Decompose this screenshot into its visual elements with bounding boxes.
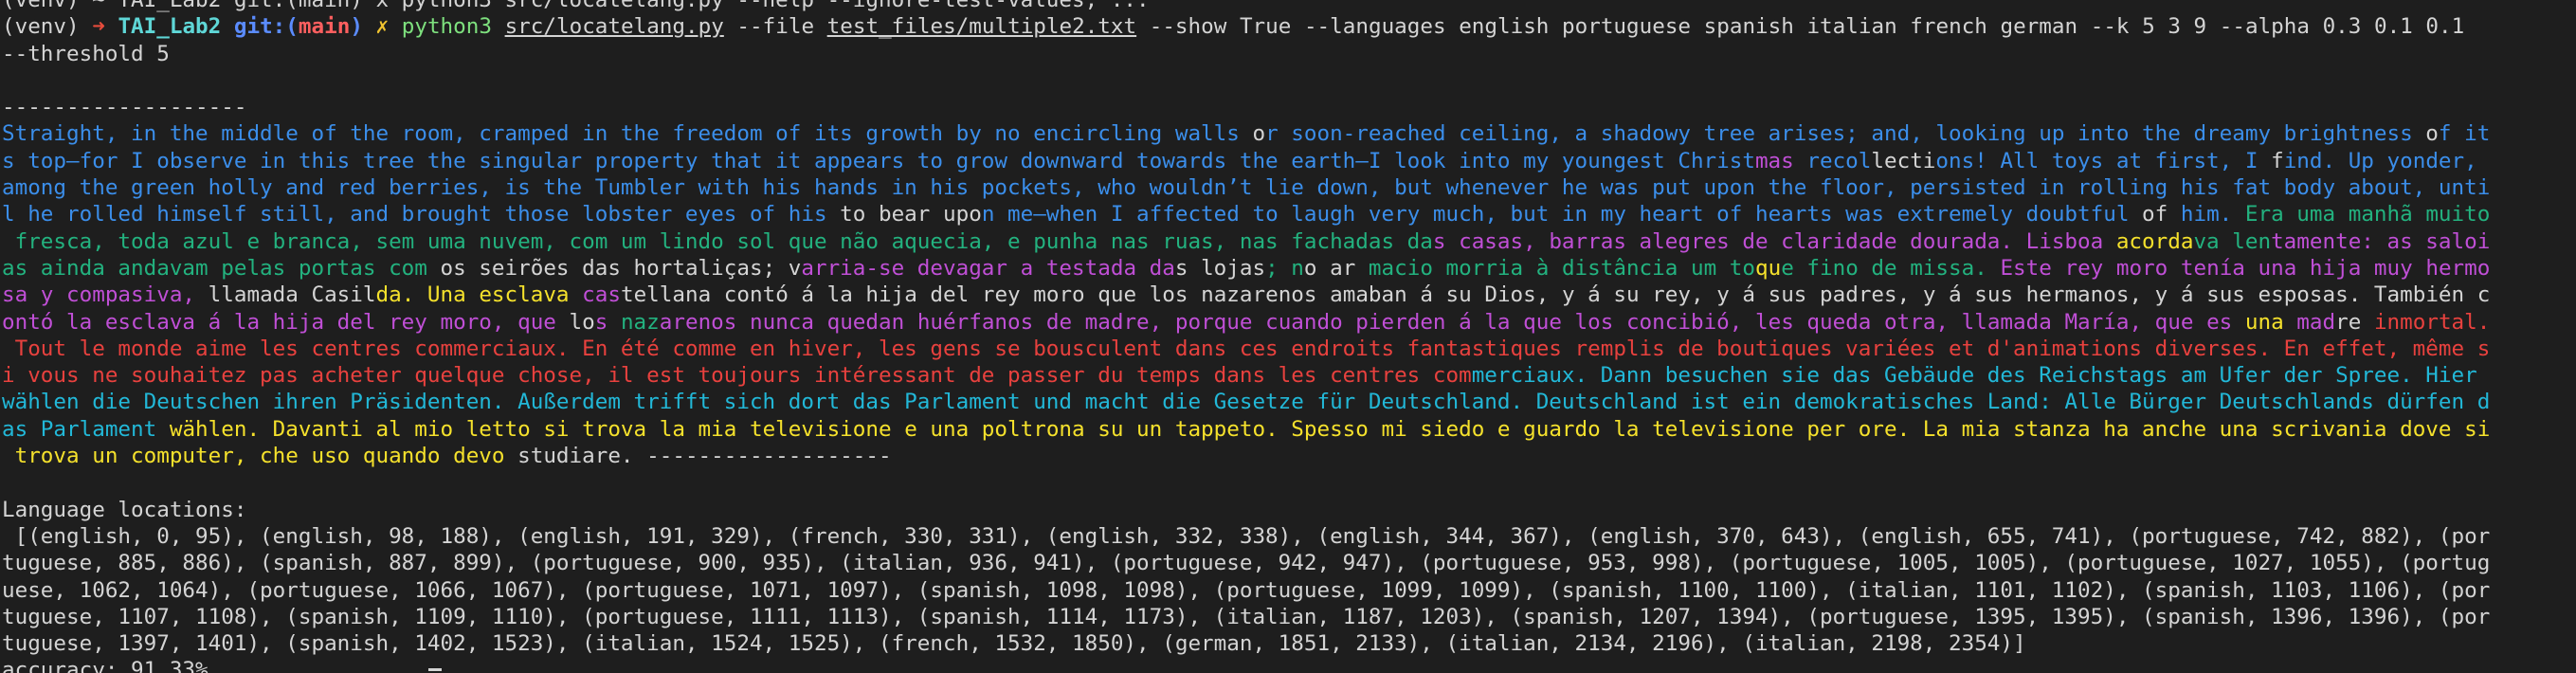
italian-segment: acorda xyxy=(2115,228,2194,254)
portuguese-segment: Era uma manhã muito xyxy=(2244,202,2491,227)
separator-line: ------------------- xyxy=(2,95,247,120)
git-branch: main xyxy=(298,14,351,40)
plain-segment: to bear upo xyxy=(840,202,982,227)
english-segment: Straight, in the middle of the room, cra… xyxy=(2,121,1253,147)
git-label-close: ) xyxy=(350,14,363,40)
colored-text-line: s top—for I observe in this tree the sin… xyxy=(2,148,2576,174)
locations-line: uese, 1062, 1064), (portuguese, 1066, 10… xyxy=(2,577,2491,603)
italian-segment: trova un computer, che uso quando devo xyxy=(2,444,518,469)
locations-line: tuguese, 885, 886), (spanish, 887, 899),… xyxy=(2,551,2491,576)
venv-label: (venv) xyxy=(2,14,93,40)
command-file-flag: --file xyxy=(723,14,827,40)
accuracy-line: accuracy: 91.33% xyxy=(2,658,209,673)
plain-segment: o xyxy=(1252,121,1266,147)
spanish-segment: arria-se devagar a testada da xyxy=(801,255,1175,281)
english-segment: l he rolled himself still, and brought t… xyxy=(2,202,841,227)
english-segment: s top—for I observe in this tree the sin… xyxy=(2,148,1755,173)
command-continuation: --threshold 5 xyxy=(2,41,170,66)
english-segment: f it xyxy=(2438,121,2491,147)
git-dirty-icon: ✗ xyxy=(375,14,390,40)
italian-segment: qu xyxy=(1754,255,1782,281)
command-script-path[interactable]: src/locatelang.py xyxy=(505,14,724,39)
command-program: python3 xyxy=(401,14,505,40)
prompt-line: (venv) ➜ TAI_Lab2 git:(main) ✗ python3 s… xyxy=(2,13,2576,40)
italian-segment: una xyxy=(2244,309,2284,335)
current-directory: TAI_Lab2 xyxy=(118,14,222,40)
colored-text-line: l he rolled himself still, and brought t… xyxy=(2,201,2576,227)
plain-segment: of xyxy=(2142,202,2168,227)
french-segment: inmortal. xyxy=(2373,309,2491,335)
italian-segment: da. Una esclava xyxy=(375,282,583,308)
colored-text-line: Tout le monde aime les centres commercia… xyxy=(2,336,2576,362)
portuguese-segment: naz xyxy=(620,309,660,335)
colored-text-line: i vous ne souhaitez pas acheter quelque … xyxy=(2,362,2576,389)
command-args: --show True --languages english portugue… xyxy=(1136,14,2465,40)
plain-segment: f xyxy=(2271,148,2284,173)
plain-segment: tellana contó á la hija del rey moro que… xyxy=(620,282,2491,308)
spanish-segment: arenos nunca quedan huérfanos de madre, … xyxy=(659,309,2245,335)
colored-text-line: trova un computer, che uso quando devo s… xyxy=(2,443,2576,469)
german-segment: as Parlament xyxy=(2,416,170,442)
portuguese-segment: as ainda andavam pelas portas com xyxy=(2,255,441,281)
german-segment: wählen die Deutschen ihren Präsidenten. … xyxy=(2,390,2491,415)
english-segment: r soon-reached ceiling, a shadowy tree a… xyxy=(1265,121,2426,147)
spanish-segment: sa y compasiva, xyxy=(2,282,209,308)
locations-line: [(english, 0, 95), (english, 98, 188), (… xyxy=(2,523,2491,549)
language-colored-output: Straight, in the middle of the room, cra… xyxy=(2,120,2576,469)
german-segment: merciaux. Dann besuchen sie das Gebäude … xyxy=(1471,363,2477,389)
colored-text-line: among the green holly and red berries, i… xyxy=(2,174,2576,201)
spanish-segment: Este rey moro tenía una hija muy hermo xyxy=(2000,255,2491,281)
plain-segment: studiare. ------------------- xyxy=(517,444,892,469)
command-file-path[interactable]: test_files/multiple2.txt xyxy=(827,14,1136,39)
colored-text-line: Straight, in the middle of the room, cra… xyxy=(2,120,2576,147)
colored-text-line: sa y compasiva, llamada Casilda. Una esc… xyxy=(2,282,2576,308)
portuguese-segment: va len xyxy=(2193,228,2272,254)
spanish-segment: s casas, barras alegres de claridade dou… xyxy=(1432,228,2116,254)
plain-segment: s lojas xyxy=(1174,255,1266,281)
plain-segment: o xyxy=(2425,121,2439,147)
portuguese-segment: macio morria à distância um to xyxy=(1368,255,1755,281)
portuguese-segment: e fino de missa. xyxy=(1781,255,2001,281)
english-segment: recol xyxy=(1793,148,1872,173)
prompt-arrow-icon: ➜ xyxy=(92,14,105,40)
colored-text-line: as ainda andavam pelas portas com os sei… xyxy=(2,255,2576,282)
portuguese-segment: fresca, toda azul e branca, sem uma nuve… xyxy=(2,228,1433,254)
english-segment: n me—when I affected to laugh very much,… xyxy=(981,202,2143,227)
colored-text-line: as Parlament wählen. Davanti al mio lett… xyxy=(2,416,2576,443)
plain-segment: lo xyxy=(569,309,595,335)
plain-segment: lecti xyxy=(1871,148,1936,173)
terminal-window[interactable]: (venv) ~ TAI_Lab2 git:(main) x python3 s… xyxy=(0,0,2576,673)
colored-text-line: wählen die Deutschen ihren Präsidenten. … xyxy=(2,389,2576,415)
locations-label: Language locations: xyxy=(2,497,247,522)
plain-segment: o ar xyxy=(1303,255,1369,281)
italian-segment: wählen. Davanti al mio letto si trova la… xyxy=(169,416,2491,442)
english-segment: him. xyxy=(2168,202,2245,227)
spanish-segment: mas xyxy=(1754,148,1794,173)
colored-text-line: fresca, toda azul e branca, sem uma nuve… xyxy=(2,228,2576,255)
colored-text-line: ontó la esclava á la hija del rey moro, … xyxy=(2,309,2576,336)
spanish-segment: tamente: as saloi xyxy=(2271,228,2491,254)
french-segment: Tout le monde aime les centres commercia… xyxy=(2,336,2491,361)
french-segment: i vous ne souhaitez pas acheter quelque … xyxy=(2,363,1472,389)
terminal-cursor xyxy=(428,668,442,671)
plain-segment: re xyxy=(2335,309,2374,335)
spanish-segment: mad xyxy=(2283,309,2336,335)
english-segment: among the green holly and red berries, i… xyxy=(2,175,2491,201)
locations-line: tuguese, 1107, 1108), (spanish, 1109, 11… xyxy=(2,604,2491,629)
plain-segment: os seirões das hortaliças; v xyxy=(440,255,802,281)
spanish-segment: ontó la esclava á la hija del rey moro, … xyxy=(2,309,570,335)
plain-segment: llamada Casil xyxy=(208,282,376,308)
git-label: git:( xyxy=(233,14,299,40)
english-segment: ons! All toys at first, I xyxy=(1935,148,2272,173)
previous-command-line: (venv) ~ TAI_Lab2 git:(main) x python3 s… xyxy=(2,0,1150,12)
english-segment: ind. Up yonder, xyxy=(2283,148,2477,173)
spanish-segment: s xyxy=(594,309,621,335)
portuguese-segment: ; n xyxy=(1265,255,1304,281)
locations-line: tuguese, 1397, 1401), (spanish, 1402, 15… xyxy=(2,631,2026,657)
spanish-segment: cas xyxy=(582,282,621,308)
